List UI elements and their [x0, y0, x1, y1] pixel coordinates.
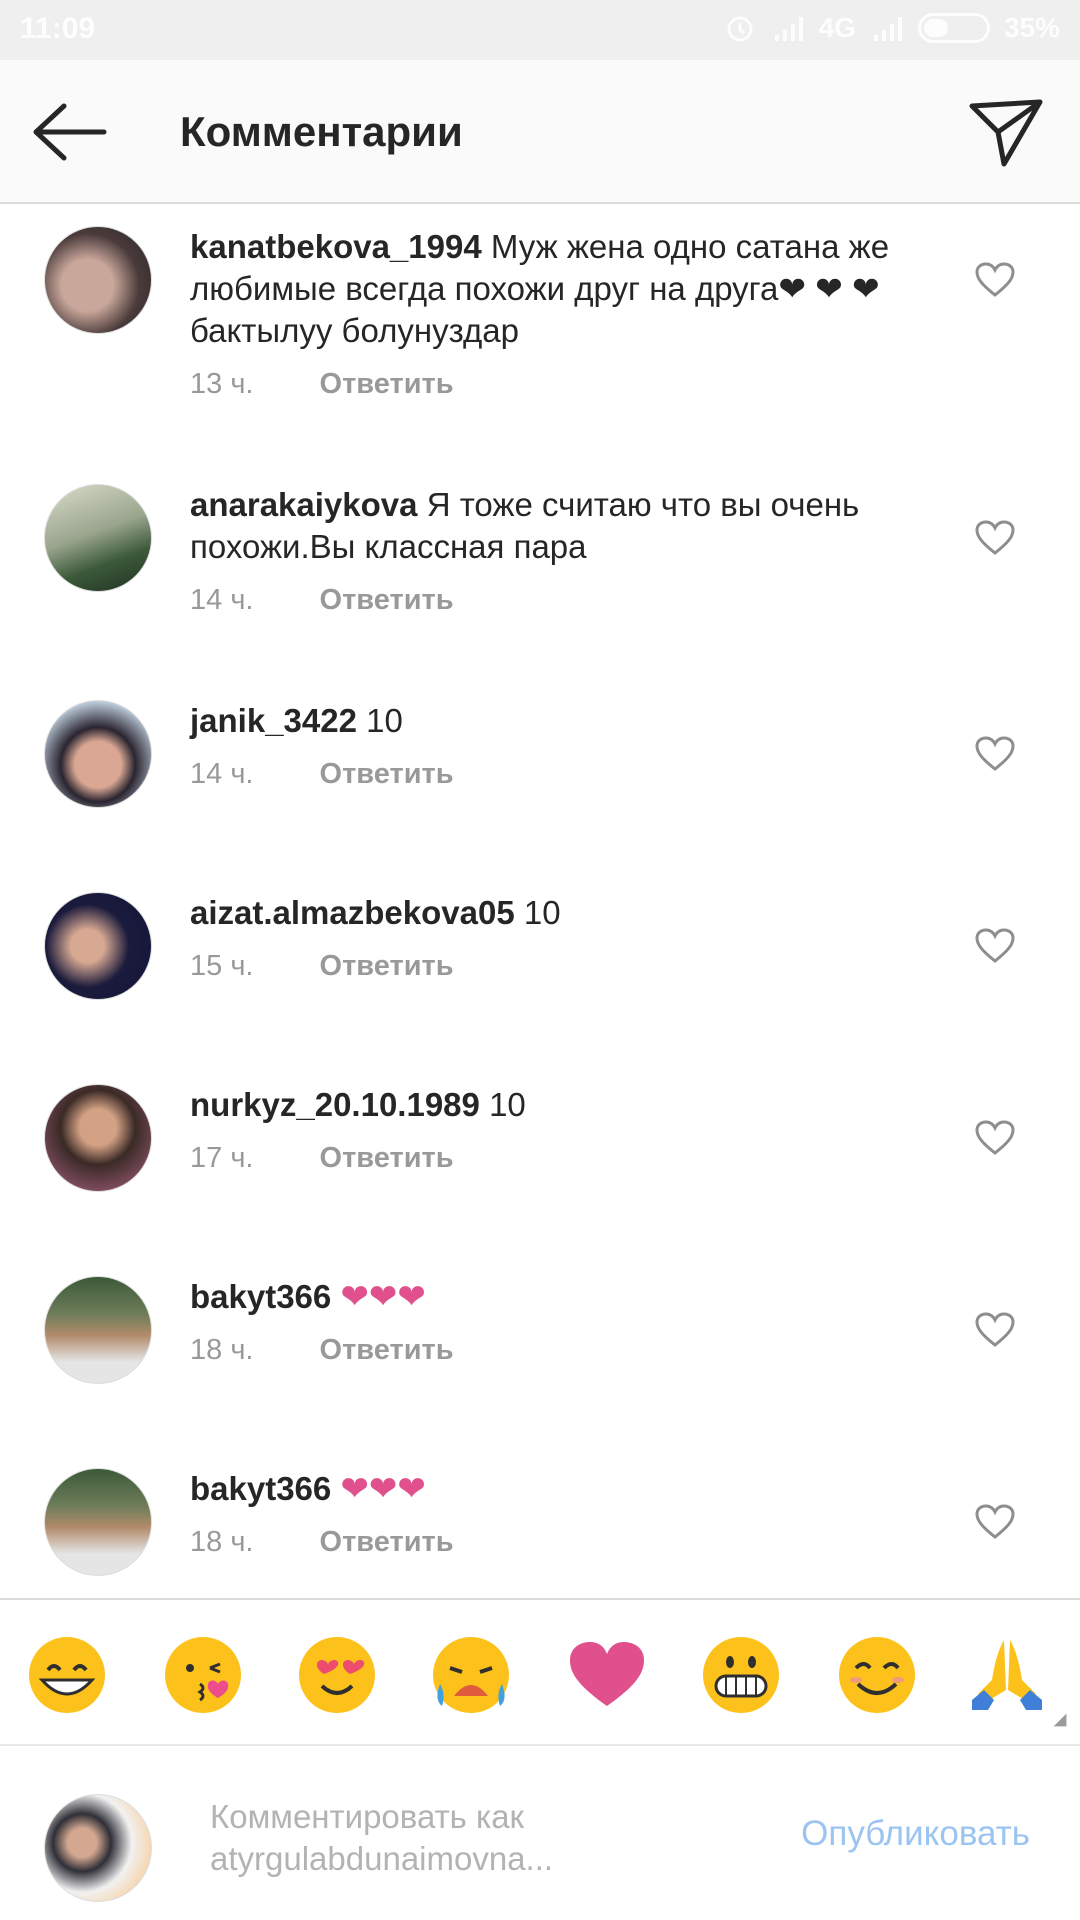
expand-corner-icon[interactable]: [1052, 1712, 1068, 1728]
status-icons: 4G 35%: [723, 12, 1060, 44]
grimacing-face-icon[interactable]: [700, 1634, 782, 1716]
comment-input[interactable]: Комментировать как atyrgulabdunaimovna..…: [210, 1796, 640, 1880]
top-bar: Комментарии: [0, 60, 1080, 204]
comment-time: 18 ч.: [190, 1526, 254, 1558]
comment-text: janik_3422 10: [190, 700, 930, 742]
battery-icon: [917, 13, 990, 43]
praying-hands-icon[interactable]: [966, 1634, 1048, 1716]
comment-time: 15 ч.: [190, 950, 254, 982]
reply-button[interactable]: Ответить: [320, 368, 454, 400]
comment-meta: 18 ч. Ответить: [190, 1334, 454, 1367]
comment-composer: Комментировать как atyrgulabdunaimovna..…: [0, 1748, 1080, 1920]
comment-time: 13 ч.: [190, 368, 254, 400]
heart-icon[interactable]: [566, 1634, 648, 1716]
reply-button[interactable]: Ответить: [320, 758, 454, 790]
page-title: Комментарии: [180, 108, 463, 155]
grinning-face-icon[interactable]: [26, 1634, 108, 1716]
comment-time: 14 ч.: [190, 758, 254, 790]
comment-username[interactable]: kanatbekova_1994: [190, 228, 482, 265]
avatar[interactable]: [44, 892, 152, 1000]
comments-list[interactable]: kanatbekova_1994 Муж жена одно сатана же…: [0, 206, 1080, 1598]
battery-percent: 35%: [1003, 12, 1060, 43]
avatar[interactable]: [44, 700, 152, 808]
comment-username[interactable]: aizat.almazbekova05: [190, 894, 515, 931]
smiling-face-icon[interactable]: [836, 1634, 918, 1716]
comment-body: 10: [523, 894, 561, 931]
reply-button[interactable]: Ответить: [320, 584, 454, 616]
paper-plane-icon[interactable]: [968, 96, 1044, 168]
reply-button[interactable]: Ответить: [320, 950, 454, 982]
comment-body: ❤❤❤: [340, 1470, 426, 1508]
comment-text: bakyt366 ❤❤❤: [190, 1276, 930, 1318]
arrow-left-icon[interactable]: [30, 98, 110, 166]
comment-body: ❤❤❤: [340, 1278, 426, 1316]
avatar: [44, 1794, 152, 1902]
comment-meta: 17 ч. Ответить: [190, 1142, 454, 1175]
crying-face-icon[interactable]: [430, 1634, 512, 1716]
comment-body: 10: [489, 1086, 526, 1123]
avatar[interactable]: [44, 226, 152, 334]
comment-text: nurkyz_20.10.1989 10: [190, 1084, 930, 1126]
heart-outline-icon[interactable]: [975, 736, 1015, 772]
comment-time: 17 ч.: [190, 1142, 254, 1174]
signal-icon: [774, 17, 803, 41]
reply-button[interactable]: Ответить: [320, 1142, 454, 1174]
reply-button[interactable]: Ответить: [320, 1526, 454, 1558]
comment-time: 14 ч.: [190, 584, 254, 616]
reply-button[interactable]: Ответить: [320, 1334, 454, 1366]
publish-button[interactable]: Опубликовать: [801, 1814, 1030, 1854]
comment-input-placeholder-line: atyrgulabdunaimovna...: [210, 1840, 554, 1877]
heart-eyes-face-icon[interactable]: [296, 1634, 378, 1716]
comment-text: aizat.almazbekova05 10: [190, 892, 930, 934]
heart-outline-icon[interactable]: [975, 520, 1015, 556]
status-time: 11:09: [20, 12, 96, 45]
comment-username[interactable]: janik_3422: [190, 702, 357, 739]
kissing-face-icon[interactable]: [162, 1634, 244, 1716]
comment-text: anarakaiykova Я тоже считаю что вы очень…: [190, 484, 930, 568]
comment-username[interactable]: nurkyz_20.10.1989: [190, 1086, 480, 1123]
comment-meta: 14 ч. Ответить: [190, 584, 454, 617]
comment-time: 18 ч.: [190, 1334, 254, 1366]
comment-meta: 18 ч. Ответить: [190, 1526, 454, 1559]
comment-username[interactable]: anarakaiykova: [190, 486, 418, 523]
avatar[interactable]: [44, 1468, 152, 1576]
emoji-quick-bar: [0, 1598, 1080, 1746]
heart-outline-icon[interactable]: [975, 1504, 1015, 1540]
comment-username[interactable]: bakyt366: [190, 1278, 331, 1315]
avatar[interactable]: [44, 1084, 152, 1192]
comment-text: bakyt366 ❤❤❤: [190, 1468, 930, 1510]
comment-username[interactable]: bakyt366: [190, 1470, 331, 1507]
comment-meta: 14 ч. Ответить: [190, 758, 454, 791]
network-type: 4G: [818, 12, 856, 43]
comment-meta: 13 ч. Ответить: [190, 368, 454, 401]
signal-icon: [873, 17, 902, 41]
comment-body: 10: [366, 702, 403, 739]
comment-input-placeholder-line: Комментировать как: [210, 1798, 524, 1835]
alarm-icon: [727, 16, 753, 42]
heart-outline-icon[interactable]: [975, 1120, 1015, 1156]
heart-outline-icon[interactable]: [975, 928, 1015, 964]
comment-meta: 15 ч. Ответить: [190, 950, 454, 983]
comment-text: kanatbekova_1994 Муж жена одно сатана же…: [190, 226, 930, 352]
heart-outline-icon[interactable]: [975, 262, 1015, 298]
avatar[interactable]: [44, 1276, 152, 1384]
status-bar: 11:09 4G 35%: [0, 0, 1080, 60]
heart-outline-icon[interactable]: [975, 1312, 1015, 1348]
avatar[interactable]: [44, 484, 152, 592]
